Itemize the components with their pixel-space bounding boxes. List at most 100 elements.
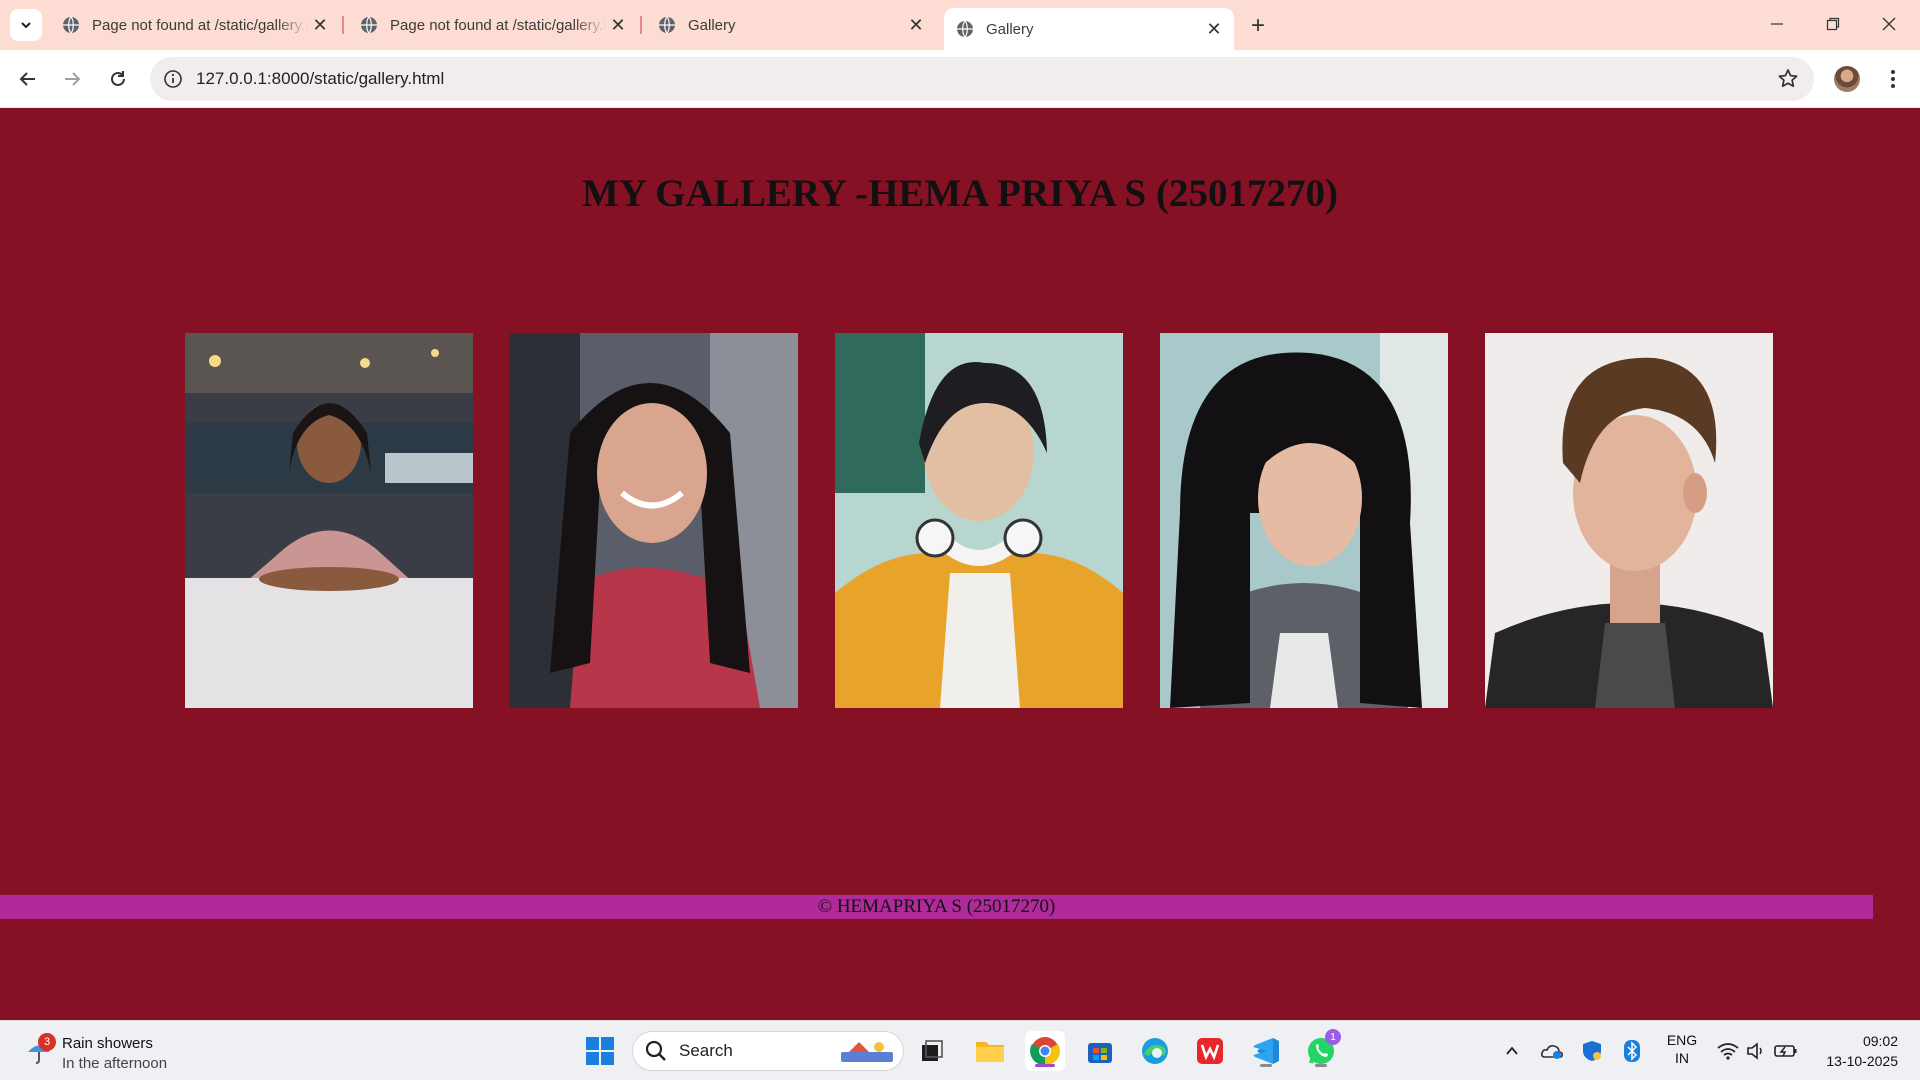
weather-line-1: Rain showers (62, 1035, 153, 1052)
lang-line-1: ENG (1666, 1032, 1698, 1048)
chrome-taskbar-button[interactable] (1025, 1031, 1065, 1071)
show-hidden-icons-button[interactable] (1498, 1037, 1526, 1065)
photo-girl-long-hair (1160, 333, 1448, 708)
windows-logo-icon (586, 1037, 614, 1065)
tab-page-not-found-1[interactable]: Page not found at /static/gallery.html ✕ (50, 8, 340, 42)
task-view-button[interactable] (912, 1031, 952, 1071)
volume-tray-icon[interactable] (1742, 1037, 1770, 1065)
tab-close-button[interactable]: ✕ (308, 13, 332, 37)
photo-boy-side-profile (1485, 333, 1773, 708)
folder-icon (976, 1042, 1004, 1062)
profile-avatar[interactable] (1834, 66, 1860, 92)
wifi-icon (1717, 1043, 1739, 1060)
gallery-photo-3 (835, 333, 1123, 708)
cloud-icon (1541, 1045, 1563, 1059)
clock-time: 09:02 (1862, 1033, 1898, 1049)
edge-icon (1142, 1038, 1168, 1064)
address-bar[interactable]: 127.0.0.1:8000/static/gallery.html (150, 57, 1814, 101)
back-button[interactable] (12, 63, 44, 95)
tab-title: Gallery (688, 16, 736, 34)
task-view-icon (922, 1040, 943, 1061)
tab-gallery-1[interactable]: Gallery ✕ (646, 8, 936, 42)
chrome-icon (1030, 1037, 1060, 1066)
reload-button[interactable] (102, 63, 134, 95)
photo-boy-headphones (835, 333, 1123, 708)
chevron-down-icon (21, 22, 31, 29)
clock-date: 13-10-2025 (1826, 1053, 1898, 1069)
windows-taskbar: 3 Rain showers In the afternoon Search 1 (0, 1020, 1920, 1080)
shield-icon (1583, 1041, 1601, 1061)
bluetooth-tray-icon[interactable] (1618, 1037, 1646, 1065)
new-tab-button[interactable]: + (1244, 12, 1272, 40)
language-indicator[interactable]: ENG IN (1664, 1031, 1700, 1067)
photo-girl-smiling (510, 333, 798, 708)
tab-separator (342, 16, 344, 34)
vscode-button[interactable] (1246, 1031, 1286, 1071)
gallery-photo-5 (1485, 333, 1773, 708)
gallery-photo-2 (510, 333, 798, 708)
page-footer: © HEMAPRIYA S (25017270) (0, 895, 1873, 919)
forward-button[interactable] (56, 63, 88, 95)
tab-search-button[interactable] (10, 9, 42, 41)
chrome-active-indicator (1035, 1064, 1055, 1067)
battery-tray-icon[interactable] (1772, 1037, 1800, 1065)
vscode-running-indicator (1260, 1064, 1272, 1067)
search-icon (645, 1040, 666, 1061)
wps-office-button[interactable] (1190, 1031, 1230, 1071)
globe-icon (63, 16, 79, 34)
tab-title: Page not found at /static/gallery.html (92, 16, 308, 34)
gallery-page: MY GALLERY -HEMA PRIYA S (25017270) © HE… (0, 108, 1920, 1020)
vscode-icon (1253, 1038, 1279, 1064)
photo-girl-pink-top (185, 333, 473, 708)
chevron-up-icon (1506, 1046, 1518, 1055)
whatsapp-badge: 1 (1325, 1029, 1341, 1045)
url-text[interactable]: 127.0.0.1:8000/static/gallery.html (196, 69, 444, 89)
arrow-right-icon (65, 72, 81, 86)
system-clock[interactable]: 09:02 13-10-2025 (1808, 1031, 1898, 1071)
search-highlight-icon (841, 1042, 893, 1062)
search-label: Search (679, 1041, 733, 1060)
reload-icon (111, 71, 125, 86)
tab-title: Gallery (986, 20, 1034, 38)
bookmark-star-icon[interactable] (1776, 67, 1800, 91)
whatsapp-running-indicator (1315, 1064, 1327, 1067)
tab-strip: Page not found at /static/gallery.html ✕… (0, 0, 1920, 50)
wps-icon (1197, 1038, 1223, 1064)
battery-charging-icon (1774, 1045, 1797, 1057)
tab-close-button[interactable]: ✕ (1202, 17, 1226, 41)
wifi-tray-icon[interactable] (1714, 1037, 1742, 1065)
lang-line-2: IN (1675, 1050, 1689, 1066)
file-explorer-button[interactable] (970, 1031, 1010, 1071)
onedrive-tray-icon[interactable] (1538, 1037, 1566, 1065)
restore-icon (1826, 17, 1840, 31)
gallery-photo-1 (185, 333, 473, 708)
page-title: MY GALLERY -HEMA PRIYA S (25017270) (582, 172, 1338, 215)
tab-gallery-active[interactable]: Gallery ✕ (944, 8, 1234, 50)
tab-close-button[interactable]: ✕ (904, 13, 928, 37)
start-button[interactable] (580, 1031, 620, 1071)
globe-icon (957, 20, 973, 38)
bluetooth-icon (1624, 1040, 1640, 1062)
restore-button[interactable] (1810, 8, 1856, 40)
weather-badge: 3 (38, 1033, 56, 1051)
close-window-button[interactable] (1866, 8, 1912, 40)
store-icon (1088, 1043, 1112, 1063)
tab-close-button[interactable]: ✕ (606, 13, 630, 37)
tab-title: Page not found at /static/gallery.html (390, 16, 606, 34)
globe-icon (361, 16, 377, 34)
weather-widget[interactable]: 3 Rain showers In the afternoon (22, 1029, 222, 1073)
speaker-icon (1747, 1042, 1762, 1060)
minimize-icon (1771, 23, 1783, 25)
browser-toolbar: 127.0.0.1:8000/static/gallery.html (0, 50, 1920, 108)
minimize-button[interactable] (1754, 8, 1800, 40)
browser-menu-button[interactable] (1880, 64, 1906, 94)
ms-store-button[interactable] (1080, 1031, 1120, 1071)
whatsapp-button[interactable]: 1 (1301, 1029, 1341, 1071)
site-info-icon[interactable] (162, 68, 184, 90)
globe-icon (659, 16, 675, 34)
security-tray-icon[interactable] (1578, 1037, 1606, 1065)
close-icon (1882, 17, 1896, 31)
tab-page-not-found-2[interactable]: Page not found at /static/gallery.html ✕ (348, 8, 638, 42)
edge-button[interactable] (1135, 1031, 1175, 1071)
taskbar-search[interactable]: Search (632, 1031, 904, 1071)
